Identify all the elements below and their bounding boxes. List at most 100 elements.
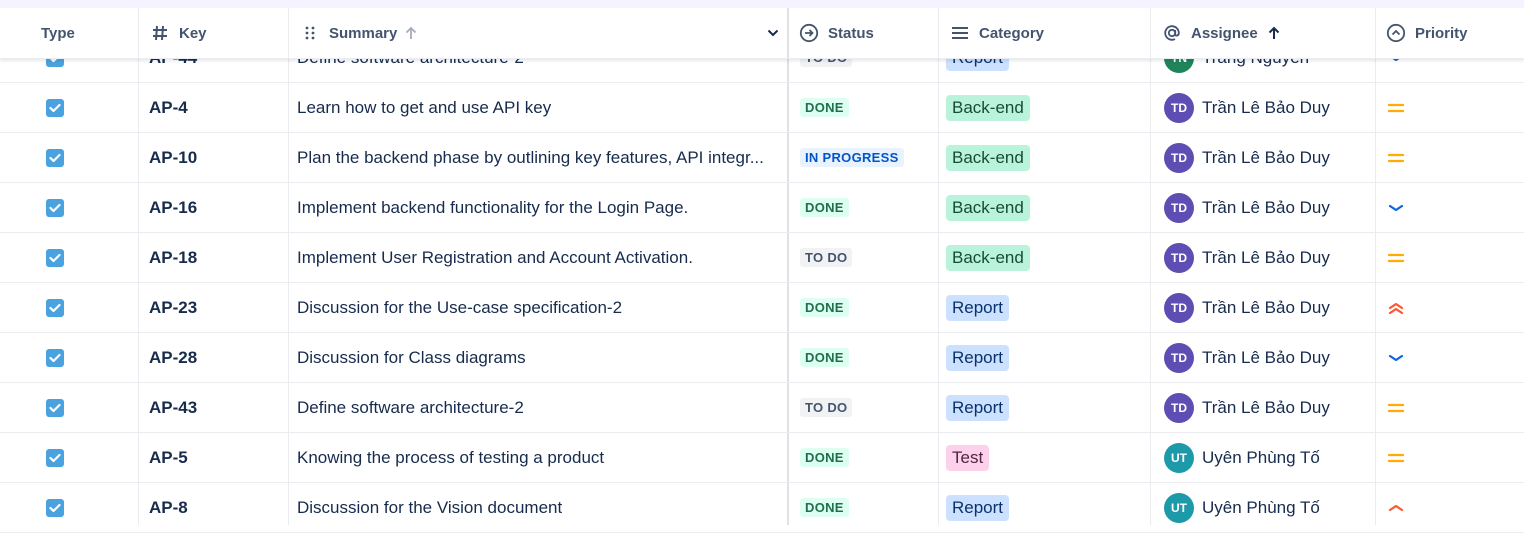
- avatar[interactable]: TD: [1164, 92, 1194, 123]
- category-tag[interactable]: Report: [946, 494, 1010, 521]
- category-cell: Back-end: [946, 133, 1030, 182]
- issue-key-link[interactable]: AP-16: [149, 198, 197, 218]
- avatar[interactable]: TD: [1164, 342, 1194, 373]
- table-row[interactable]: AP-23 Discussion for the Use-case specifi…: [0, 283, 1524, 333]
- assignee-cell[interactable]: TD Trần Lê Bảo Duy: [1164, 83, 1330, 132]
- assignee-cell[interactable]: TD Trần Lê Bảo Duy: [1164, 333, 1330, 382]
- avatar[interactable]: TD: [1164, 392, 1194, 423]
- sort-up-icon[interactable]: [1268, 26, 1280, 40]
- priority-high-icon[interactable]: [1386, 498, 1406, 518]
- column-label: Priority: [1415, 24, 1468, 42]
- assignee-name: Trần Lê Bảo Duy: [1202, 97, 1330, 117]
- column-header-type[interactable]: Type: [41, 8, 136, 58]
- assignee-cell[interactable]: TD Trần Lê Bảo Duy: [1164, 133, 1330, 182]
- avatar[interactable]: UT: [1164, 492, 1194, 523]
- issue-summary-link[interactable]: Discussion for Class diagrams: [297, 348, 526, 368]
- chevron-circle-up-icon: [1386, 23, 1406, 43]
- table-row[interactable]: AP-18 Implement User Registration and Acc…: [0, 233, 1524, 283]
- task-type-icon: [46, 348, 64, 367]
- status-lozenge[interactable]: IN PROGRESS: [800, 148, 904, 167]
- issue-key-link[interactable]: AP-43: [149, 398, 197, 418]
- type-cell: [46, 183, 64, 232]
- status-lozenge[interactable]: DONE: [800, 498, 849, 517]
- column-header-key[interactable]: Key: [150, 8, 286, 58]
- table-row[interactable]: AP-8 Discussion for the Vision document DO…: [0, 483, 1524, 533]
- status-lozenge[interactable]: DONE: [800, 448, 849, 467]
- type-cell: [46, 83, 64, 132]
- priority-low-icon[interactable]: [1386, 198, 1406, 218]
- assignee-cell[interactable]: TD Trần Lê Bảo Duy: [1164, 283, 1330, 332]
- column-header-summary[interactable]: Summary: [300, 8, 787, 58]
- category-tag[interactable]: Back-end: [946, 144, 1030, 171]
- column-header-category[interactable]: Category: [950, 8, 1150, 58]
- issue-key-link[interactable]: AP-18: [149, 248, 197, 268]
- issue-summary-link[interactable]: Discussion for the Vision document: [297, 498, 562, 518]
- issue-key-link[interactable]: AP-5: [149, 448, 188, 468]
- status-lozenge[interactable]: DONE: [800, 348, 849, 367]
- assignee-cell[interactable]: TD Trần Lê Bảo Duy: [1164, 183, 1330, 232]
- table-row[interactable]: AP-5 Knowing the process of testing a pro…: [0, 433, 1524, 483]
- assignee-cell[interactable]: UT Uyên Phùng Tố: [1164, 433, 1320, 482]
- table-row[interactable]: AP-16 Implement backend functionality for…: [0, 183, 1524, 233]
- category-tag[interactable]: Back-end: [946, 244, 1030, 271]
- priority-medium-icon[interactable]: [1386, 398, 1406, 418]
- issue-summary-link[interactable]: Knowing the process of testing a product: [297, 448, 604, 468]
- issue-summary-link[interactable]: Discussion for the Use-case specificatio…: [297, 298, 622, 318]
- column-header-priority[interactable]: Priority: [1386, 8, 1524, 58]
- key-cell: AP-4: [149, 83, 188, 132]
- assignee-cell[interactable]: TD Trần Lê Bảo Duy: [1164, 233, 1330, 282]
- summary-cell: Implement User Registration and Account …: [297, 233, 779, 282]
- task-type-icon: [46, 198, 64, 217]
- category-tag[interactable]: Test: [946, 444, 990, 471]
- priority-medium-icon[interactable]: [1386, 148, 1406, 168]
- category-tag[interactable]: Back-end: [946, 194, 1030, 221]
- table-row[interactable]: AP-28 Discussion for Class diagrams DONE Re…: [0, 333, 1524, 383]
- assignee-cell[interactable]: TD Trần Lê Bảo Duy: [1164, 383, 1330, 432]
- issue-summary-link[interactable]: Define software architecture-2: [297, 398, 524, 418]
- issue-summary-link[interactable]: Plan the backend phase by outlining key …: [297, 148, 764, 168]
- category-cell: Back-end: [946, 233, 1030, 282]
- issue-summary-link[interactable]: Implement backend functionality for the …: [297, 198, 688, 218]
- status-lozenge[interactable]: DONE: [800, 298, 849, 317]
- column-header-assignee[interactable]: Assignee: [1162, 8, 1375, 58]
- table-row[interactable]: AP-10 Plan the backend phase by outlining…: [0, 133, 1524, 183]
- type-cell: [46, 383, 64, 432]
- issue-key-link[interactable]: AP-8: [149, 498, 188, 518]
- category-tag[interactable]: Back-end: [946, 94, 1030, 121]
- priority-highest-icon[interactable]: [1386, 298, 1406, 318]
- avatar[interactable]: TD: [1164, 242, 1194, 273]
- status-cell: TO DO: [800, 383, 853, 432]
- category-tag[interactable]: Report: [946, 394, 1010, 421]
- issue-summary-link[interactable]: Learn how to get and use API key: [297, 98, 551, 118]
- column-header-status[interactable]: Status: [799, 8, 938, 58]
- summary-cell: Knowing the process of testing a product: [297, 433, 779, 482]
- priority-medium-icon[interactable]: [1386, 248, 1406, 268]
- table-row[interactable]: AP-43 Define software architecture-2 TO DO…: [0, 383, 1524, 433]
- chevron-down-icon[interactable]: [767, 29, 779, 37]
- status-lozenge[interactable]: TO DO: [800, 248, 853, 267]
- priority-low-icon[interactable]: [1386, 348, 1406, 368]
- avatar[interactable]: UT: [1164, 442, 1194, 473]
- summary-cell: Learn how to get and use API key: [297, 83, 779, 132]
- issue-key-link[interactable]: AP-28: [149, 348, 197, 368]
- table-row[interactable]: AP-4 Learn how to get and use API key DONE…: [0, 83, 1524, 133]
- category-tag[interactable]: Report: [946, 294, 1010, 321]
- task-type-icon: [46, 448, 64, 467]
- avatar[interactable]: TD: [1164, 292, 1194, 323]
- type-cell: [46, 433, 64, 482]
- issue-key-link[interactable]: AP-4: [149, 98, 188, 118]
- status-lozenge[interactable]: DONE: [800, 198, 849, 217]
- issue-summary-link[interactable]: Implement User Registration and Account …: [297, 248, 693, 268]
- status-lozenge[interactable]: TO DO: [800, 398, 853, 417]
- drag-handle-icon[interactable]: [300, 23, 320, 43]
- category-tag[interactable]: Report: [946, 344, 1010, 371]
- avatar[interactable]: TD: [1164, 142, 1194, 173]
- issue-key-link[interactable]: AP-23: [149, 298, 197, 318]
- sort-up-icon[interactable]: [405, 26, 417, 40]
- status-cell: DONE: [800, 283, 849, 332]
- issue-key-link[interactable]: AP-10: [149, 148, 197, 168]
- priority-medium-icon[interactable]: [1386, 448, 1406, 468]
- avatar[interactable]: TD: [1164, 192, 1194, 223]
- status-lozenge[interactable]: DONE: [800, 98, 849, 117]
- priority-medium-icon[interactable]: [1386, 98, 1406, 118]
